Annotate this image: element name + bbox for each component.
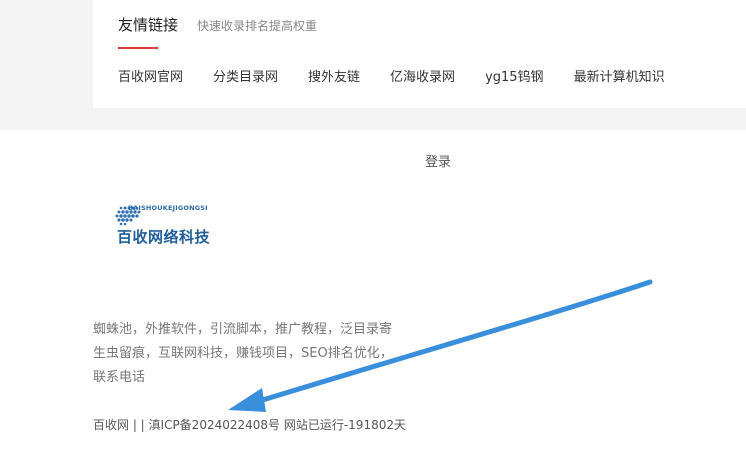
friend-links-title: 友情链接 — [118, 16, 179, 34]
logo-small-text: BAISHOUKEJIGONGSI — [128, 204, 208, 212]
friend-link-item[interactable]: 分类目录网 — [213, 66, 278, 85]
site-logo[interactable]: BAISHOUKEJIGONGSI 百收网络科技 — [115, 204, 240, 250]
friend-link-item[interactable]: 百收网官网 — [118, 66, 183, 85]
footer-contact-link[interactable]: 联系电话 — [93, 370, 145, 385]
footer-description: 蜘蛛池，外推软件，引流脚本，推广教程，泛目录寄 生虫留痕，互联网科技，赚钱项目，… — [93, 318, 429, 390]
friend-link-item[interactable]: 最新计算机知识 — [574, 66, 665, 85]
friend-links-list: 百收网官网 分类目录网 搜外友链 亿海收录网 yg15钨钢 最新计算机知识 — [118, 66, 695, 85]
friend-link-item[interactable]: 亿海收录网 — [390, 66, 455, 85]
footer-description-line: 蜘蛛池，外推软件，引流脚本，推广教程，泛目录寄 — [93, 322, 393, 337]
friend-link-item[interactable]: 搜外友链 — [308, 66, 360, 85]
footer-copyright: 百收网 | | 滇ICP备2024022408号 网站已运行-191802天 — [93, 418, 406, 432]
friend-links-subtitle: 快速收录排名提高权重 — [197, 19, 318, 33]
footer-description-line: 生虫留痕，互联网科技，赚钱项目，SEO排名优化， — [93, 346, 393, 361]
title-underline — [118, 47, 158, 49]
login-link[interactable]: 登录 — [425, 151, 451, 170]
friend-links-card: 友情链接 快速收录排名提高权重 百收网官网 分类目录网 搜外友链 亿海收录网 y… — [93, 0, 746, 108]
logo-big-text: 百收网络科技 — [117, 228, 211, 246]
friend-link-item[interactable]: yg15钨钢 — [485, 66, 544, 85]
